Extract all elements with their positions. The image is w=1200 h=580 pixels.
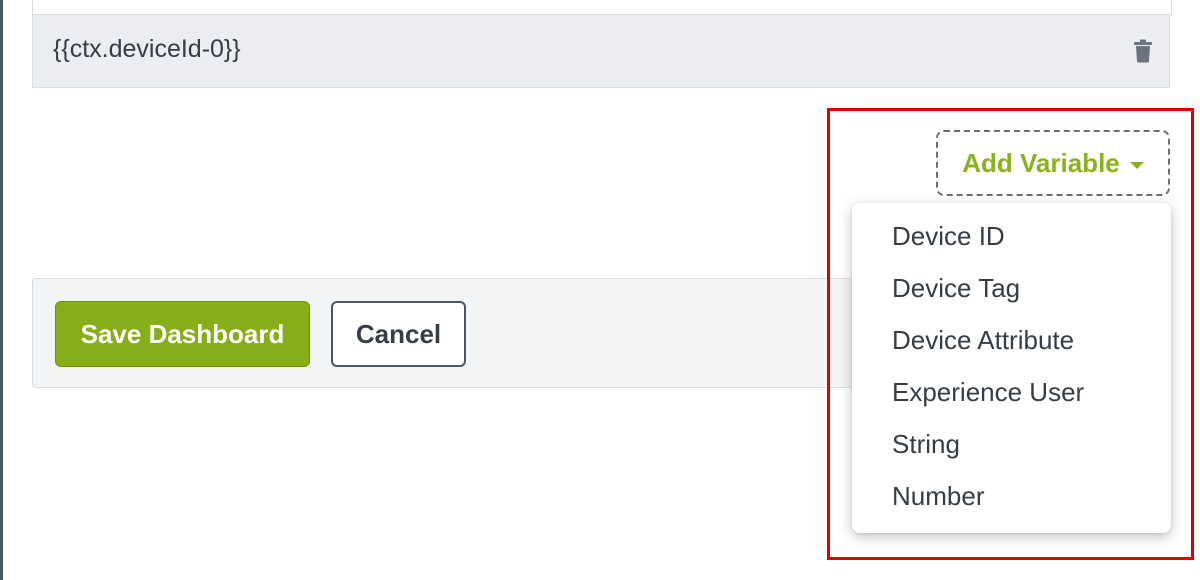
trash-icon[interactable] <box>1133 39 1153 63</box>
menu-item-number[interactable]: Number <box>892 481 984 512</box>
variable-row: {{ctx.deviceId-0}} <box>32 15 1170 88</box>
add-variable-button[interactable]: Add Variable <box>936 130 1170 196</box>
menu-item-device-attribute[interactable]: Device Attribute <box>892 325 1074 356</box>
variable-name: {{ctx.deviceId-0}} <box>53 35 241 63</box>
menu-item-experience-user[interactable]: Experience User <box>892 377 1084 408</box>
menu-item-device-id[interactable]: Device ID <box>892 221 1005 252</box>
left-border <box>0 0 3 580</box>
dashboard-edit-page: {{ctx.deviceId-0}} Add Variable Save Das… <box>0 0 1200 580</box>
cancel-button[interactable]: Cancel <box>331 301 466 367</box>
add-variable-label: Add Variable <box>962 147 1120 178</box>
caret-down-icon <box>1129 161 1144 169</box>
variables-panel-top <box>32 0 1172 15</box>
add-variable-dropdown-menu: Device ID Device Tag Device Attribute Ex… <box>852 203 1171 533</box>
menu-item-string[interactable]: String <box>892 429 960 460</box>
menu-item-device-tag[interactable]: Device Tag <box>892 273 1020 304</box>
save-dashboard-button[interactable]: Save Dashboard <box>55 301 310 367</box>
